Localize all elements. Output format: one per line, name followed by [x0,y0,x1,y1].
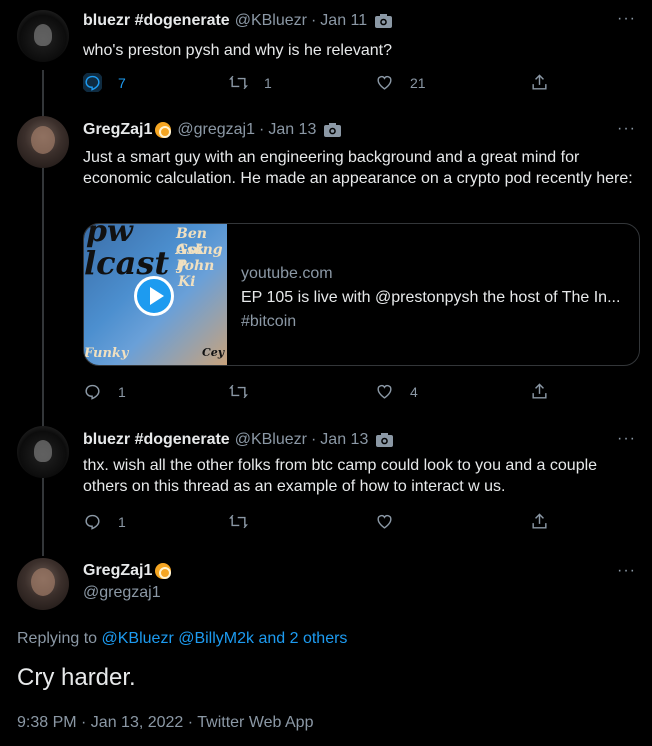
camera-icon [376,433,394,447]
replying-prefix: Replying to [17,630,98,647]
reply-count: 7 [118,74,126,91]
more-options-icon[interactable]: ··· [617,120,636,138]
more-options-icon[interactable]: ··· [617,430,636,448]
author-name[interactable]: bluezr #dogenerate [83,12,230,30]
thumb-text: John Ki [178,258,215,290]
biohazard-badge-icon [155,563,172,579]
tweet-text: Just a smart guy with an engineering bac… [83,149,633,187]
separator-dot: · [310,431,317,448]
retweet-icon [229,75,248,90]
replying-users-link[interactable]: @KBluezr @BillyM2k [102,630,255,647]
tweet-date[interactable]: Jan 13 [320,431,368,449]
thumb-text: Cey [202,346,225,359]
like-button[interactable]: 4 [375,382,418,401]
share-icon [532,383,547,399]
tweet-date[interactable]: Jan 13 [268,121,316,139]
tweet-header: bluezr #dogenerate @KBluezr · Jan 13 [83,431,394,449]
focus-author: GregZaj1 @gregzaj1 [83,562,172,602]
card-title: EP 105 is live with @prestonpysh the hos… [241,289,621,306]
reply-button[interactable]: 1 [83,512,126,531]
author-name[interactable]: bluezr #dogenerate [83,431,230,449]
tweet-meta[interactable]: 9:38 PM · Jan 13, 2022 · Twitter Web App [17,714,313,732]
separator-dot: · [258,121,265,138]
tweet-header: GregZaj1 @gregzaj1 · Jan 13 [83,121,342,139]
card-thumbnail: pw lcast Ben Ask Going P John Ki Funky C… [84,224,227,365]
like-count: 4 [410,383,418,400]
reply-icon [83,73,102,92]
retweet-button[interactable]: 1 [229,73,272,92]
reply-icon [85,384,100,400]
author-handle[interactable]: @gregzaj1 [83,584,171,602]
reply-icon [85,514,100,530]
card-domain: youtube.com [241,265,333,282]
share-icon [532,513,547,529]
tweet-actions: 7 1 21 [83,73,553,95]
avatar[interactable] [17,426,69,478]
link-card[interactable]: pw lcast Ben Ask Going P John Ki Funky C… [83,223,640,366]
share-button[interactable] [530,512,549,531]
avatar[interactable] [17,558,69,610]
avatar[interactable] [17,10,69,62]
card-description: #bitcoin [241,313,297,330]
reply-button[interactable]: 1 [83,382,126,401]
retweet-button[interactable] [229,512,248,531]
reply-button[interactable]: 7 [83,73,126,92]
like-button[interactable] [375,512,394,531]
replying-to: Replying to @KBluezr @BillyM2k and 2 oth… [17,630,347,648]
retweet-icon [229,384,248,399]
more-options-icon[interactable]: ··· [617,562,636,580]
tweet-header: bluezr #dogenerate @KBluezr · Jan 11 [83,12,393,30]
card-body: youtube.com EP 105 is live with @preston… [241,262,631,334]
tweet-actions: 1 4 [83,382,553,404]
author-handle[interactable]: @gregzaj1 [177,121,255,139]
share-button[interactable] [530,73,549,92]
heart-icon [377,514,392,529]
author-name[interactable]: GregZaj1 [83,562,152,580]
author-handle[interactable]: @KBluezr [235,12,307,30]
tweet-text: who's preston pysh and why is he relevan… [83,42,393,59]
author-name[interactable]: GregZaj1 [83,121,152,139]
author-handle[interactable]: @KBluezr [235,431,307,449]
retweet-button[interactable] [229,382,264,401]
camera-icon [375,14,393,28]
tweet[interactable]: bluezr #dogenerate @KBluezr · Jan 11 ···… [0,0,652,110]
heart-icon [377,75,392,90]
more-options-icon[interactable]: ··· [617,10,636,28]
like-button[interactable]: 21 [375,73,426,92]
tweet[interactable]: bluezr #dogenerate @KBluezr · Jan 13 ···… [0,420,652,550]
reply-count: 1 [118,513,126,530]
tweet-date[interactable]: Jan 11 [320,12,367,30]
like-count: 21 [410,74,426,91]
share-button[interactable] [530,382,549,401]
retweet-icon [229,514,248,529]
camera-icon [324,123,342,137]
separator-dot: · [310,12,317,29]
share-icon [532,74,547,90]
thumb-text: Funky [84,346,129,361]
play-icon[interactable] [134,276,174,316]
retweet-count: 1 [264,74,272,91]
replying-others-link[interactable]: and 2 others [258,630,347,647]
tweet-text: thx. wish all the other folks from btc c… [83,457,598,495]
biohazard-badge-icon [155,122,172,138]
focus-tweet-text: Cry harder. [17,664,136,691]
tweet-actions: 1 [83,512,553,534]
avatar[interactable] [17,116,69,168]
heart-icon [377,384,392,399]
reply-count: 1 [118,383,126,400]
